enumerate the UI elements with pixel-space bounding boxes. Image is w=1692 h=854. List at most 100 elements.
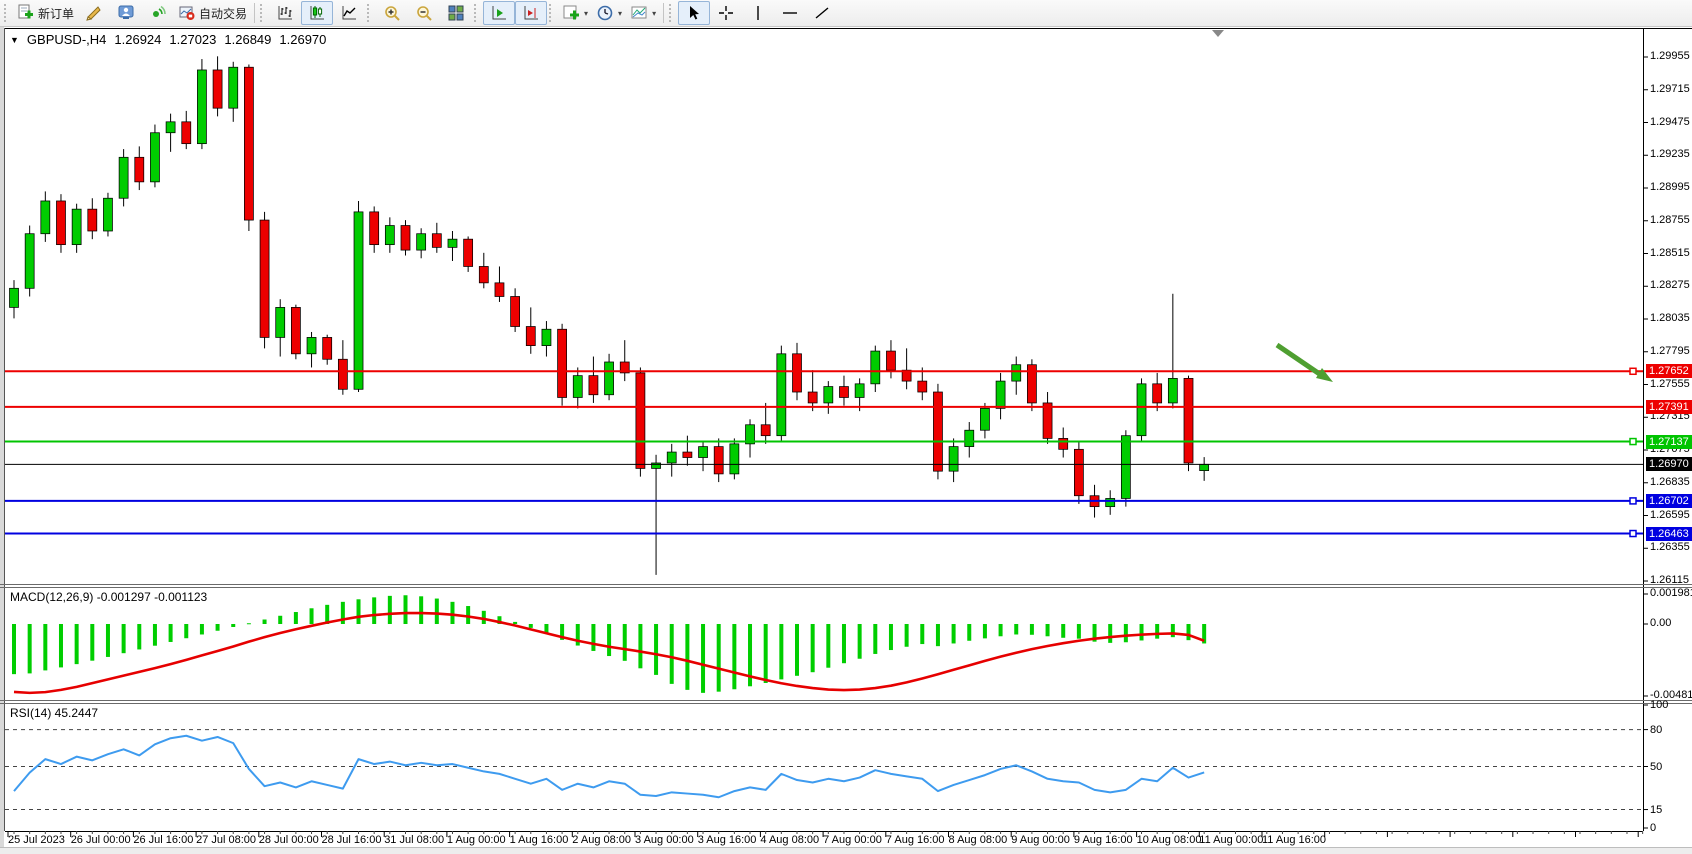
time-axis-label: 1 Aug 00:00: [447, 834, 506, 846]
new-order-button[interactable]: 新订单: [13, 1, 78, 25]
bars-icon: [276, 4, 294, 22]
zoom-in-button[interactable]: [376, 1, 408, 25]
zoom-out-button[interactable]: [408, 1, 440, 25]
indicators-button-caret-icon[interactable]: ▾: [584, 9, 588, 18]
time-axis-label: 28 Jul 00:00: [259, 834, 319, 846]
time-axis-label: 11 Aug 00:00: [1199, 834, 1263, 846]
auto-scroll-button[interactable]: [483, 1, 515, 25]
price-axis-label: 1.28275: [1650, 279, 1690, 291]
new-order-button-label: 新订单: [38, 5, 74, 22]
macd-indicator-label: MACD(12,26,9) -0.001297 -0.001123: [10, 590, 207, 604]
time-axis-label: 8 Aug 08:00: [949, 834, 1008, 846]
hline-icon: [781, 4, 799, 22]
periods-button[interactable]: ▾: [592, 1, 626, 25]
toolbar-grip: [549, 4, 556, 22]
vline-button[interactable]: [742, 1, 774, 25]
trendline-button[interactable]: [806, 1, 838, 25]
cursor-icon: [685, 4, 703, 22]
rsi-axis-label: 80: [1650, 724, 1662, 736]
trendline-icon: [813, 4, 831, 22]
time-axis-label: 11 Aug 16:00: [1262, 834, 1326, 846]
time-axis-label: 31 Jul 08:00: [384, 834, 444, 846]
toolbar-grip: [260, 4, 267, 22]
toolbar-separator: [254, 3, 255, 23]
auto-trading-button-label: 自动交易: [199, 5, 247, 22]
chart-shift-icon: [522, 4, 540, 22]
time-axis-label: 1 Aug 16:00: [510, 834, 569, 846]
ohlc-low: 1.26849: [224, 32, 271, 47]
cursor-button[interactable]: [678, 1, 710, 25]
price-axis-label: 1.26355: [1650, 541, 1690, 553]
macd-axis-label: 0.00: [1650, 617, 1671, 629]
indicator-plus-icon: [562, 4, 580, 22]
time-axis-label: 3 Aug 00:00: [635, 834, 694, 846]
hline-handle[interactable]: [1630, 531, 1636, 537]
indicators-button[interactable]: ▾: [558, 1, 592, 25]
chart-title: ▼ GBPUSD-,H4 1.26924 1.27023 1.26849 1.2697…: [10, 32, 326, 47]
price-axis-label: 1.27795: [1650, 345, 1690, 357]
tile-icon: [447, 4, 465, 22]
bar-chart-button[interactable]: [269, 1, 301, 25]
time-axis-label: 2 Aug 08:00: [572, 834, 631, 846]
chart-symbol-label: GBPUSD-,H4: [27, 32, 106, 47]
toolbar-grip: [474, 4, 481, 22]
ohlc-open: 1.26924: [114, 32, 161, 47]
vline-icon: [749, 4, 767, 22]
ohlc-close: 1.26970: [279, 32, 326, 47]
periods-button-caret-icon[interactable]: ▾: [618, 9, 622, 18]
crosshair-button[interactable]: [710, 1, 742, 25]
time-axis-label: 4 Aug 08:00: [760, 834, 819, 846]
linechart-icon: [340, 4, 358, 22]
auto-trading-button[interactable]: 自动交易: [174, 1, 251, 25]
macd-axis-label: 0.001981: [1650, 587, 1692, 599]
price-tag-1.26702: 1.26702: [1646, 494, 1692, 508]
time-axis-label: 9 Aug 00:00: [1011, 834, 1070, 846]
price-axis-label: 1.26835: [1650, 476, 1690, 488]
time-axis-label: 9 Aug 16:00: [1074, 834, 1133, 846]
price-axis-label: 1.28755: [1650, 214, 1690, 226]
news-signal-button[interactable]: [142, 1, 174, 25]
hline-handle[interactable]: [1630, 368, 1636, 374]
crosshair-icon: [717, 4, 735, 22]
chart-canvas[interactable]: [0, 0, 1692, 853]
time-axis-label: 7 Aug 16:00: [886, 834, 945, 846]
hline-handle[interactable]: [1630, 439, 1636, 445]
tile-windows-button[interactable]: [440, 1, 472, 25]
profile-button[interactable]: [110, 1, 142, 25]
main-toolbar: 新订单 自动交易 ▾ ▾ ▾: [0, 0, 1692, 27]
hline-button[interactable]: [774, 1, 806, 25]
rsi-axis-label: 100: [1650, 699, 1668, 711]
styler-button[interactable]: [78, 1, 110, 25]
time-axis-label: 28 Jul 16:00: [322, 834, 382, 846]
price-axis-label: 1.29235: [1650, 148, 1690, 160]
candlestick-button[interactable]: [301, 1, 333, 25]
toolbar-grip: [4, 4, 11, 22]
rsi-axis-label: 50: [1650, 761, 1662, 773]
time-axis-label: 3 Aug 16:00: [698, 834, 757, 846]
price-axis-label: 1.29475: [1650, 116, 1690, 128]
price-axis-label: 1.27555: [1650, 378, 1690, 390]
rsi-axis-label: 0: [1650, 822, 1656, 834]
time-axis-label: 7 Aug 00:00: [823, 834, 882, 846]
price-tag-1.27652: 1.27652: [1646, 364, 1692, 378]
ohlc-high: 1.27023: [169, 32, 216, 47]
templates-button[interactable]: ▾: [626, 1, 660, 25]
price-axis-label: 1.28515: [1650, 247, 1690, 259]
chart-menu-caret-icon[interactable]: ▼: [10, 35, 19, 45]
price-axis-label: 1.28035: [1650, 312, 1690, 324]
toolbar-grip: [669, 4, 676, 22]
line-chart-button[interactable]: [333, 1, 365, 25]
chart-shift-button[interactable]: [515, 1, 547, 25]
toolbar-separator: [663, 3, 664, 23]
toolbar-grip: [367, 4, 374, 22]
templates-button-caret-icon[interactable]: ▾: [652, 9, 656, 18]
hline-handle[interactable]: [1630, 498, 1636, 504]
rsi-indicator-label: RSI(14) 45.2447: [10, 706, 98, 720]
profile-icon: [117, 4, 135, 22]
time-axis-label: 10 Aug 08:00: [1137, 834, 1202, 846]
price-tag-1.27137: 1.27137: [1646, 435, 1692, 449]
doc-plus-icon: [17, 4, 35, 22]
price-tag-1.26463: 1.26463: [1646, 527, 1692, 541]
autotrade-icon: [178, 4, 196, 22]
signal-icon: [149, 4, 167, 22]
